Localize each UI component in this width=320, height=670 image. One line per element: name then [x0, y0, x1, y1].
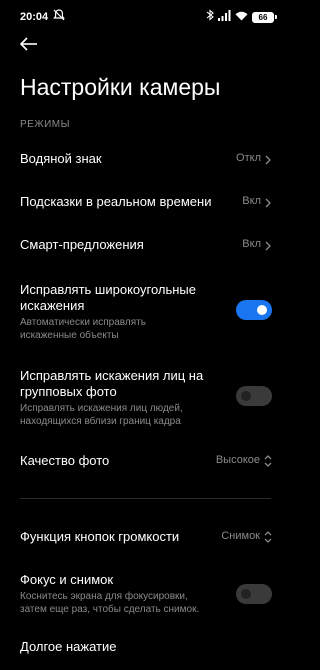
setting-volume-buttons[interactable]: Функция кнопок громкости Снимок	[0, 520, 293, 554]
setting-value: Высокое	[215, 454, 260, 466]
setting-value: Вкл	[242, 195, 261, 207]
chevron-up-down-icon	[263, 454, 273, 467]
setting-title: Смарт-предложения	[20, 237, 144, 252]
chevron-right-icon	[263, 153, 273, 165]
chevron-up-down-icon	[263, 530, 273, 543]
setting-desc-line2: искаженные объекты	[20, 330, 119, 341]
setting-group-face-correction[interactable]: Исправлять искажения лиц на групповых фо…	[0, 362, 293, 432]
wide-angle-toggle[interactable]	[236, 300, 272, 320]
setting-value: Вкл	[242, 238, 261, 250]
battery-icon: 66	[252, 11, 277, 23]
setting-title: Водяной знак	[20, 151, 102, 166]
signal-icon	[218, 8, 231, 26]
setting-value: Снимок	[221, 530, 260, 542]
setting-photo-quality[interactable]: Качество фото Высокое	[0, 444, 293, 478]
setting-title-line1: Исправлять широкоугольные	[20, 282, 196, 297]
setting-smart-suggestions[interactable]: Смарт-предложения Вкл	[0, 228, 293, 262]
page-title: Настройки камеры	[20, 74, 221, 100]
chevron-right-icon	[263, 196, 273, 208]
setting-title: Подсказки в реальном времени	[20, 194, 212, 209]
setting-title-line1: Исправлять искажения лиц на	[20, 368, 204, 383]
focus-shoot-toggle[interactable]	[236, 584, 272, 604]
setting-title: Функция кнопок громкости	[20, 529, 180, 544]
setting-wide-angle-correction[interactable]: Исправлять широкоугольные искажения Авто…	[0, 276, 293, 346]
setting-title-line2: искажения	[20, 298, 85, 313]
divider	[20, 498, 271, 499]
status-time: 20:04	[20, 11, 49, 23]
section-label-modes: РЕЖИМЫ	[20, 119, 70, 130]
setting-focus-and-shoot[interactable]: Фокус и снимок Коснитесь экрана для фоку…	[0, 566, 293, 622]
setting-watermark[interactable]: Водяной знак Откл	[0, 142, 293, 176]
status-bar: 20:04 66	[0, 0, 293, 36]
back-arrow-icon	[19, 36, 38, 56]
chevron-right-icon	[263, 239, 273, 251]
wifi-icon	[235, 8, 248, 26]
group-faces-toggle[interactable]	[236, 386, 272, 406]
setting-desc-line1: Исправлять искажения лиц людей,	[20, 403, 183, 414]
setting-title: Фокус и снимок	[20, 572, 114, 587]
setting-long-press[interactable]: Долгое нажатие	[0, 636, 293, 670]
setting-desc-line2: находящихся вблизи границ кадра	[20, 416, 181, 427]
battery-level: 66	[252, 11, 274, 23]
setting-value: Откл	[236, 152, 261, 164]
back-button[interactable]	[19, 36, 44, 56]
setting-title: Долгое нажатие	[20, 639, 117, 654]
setting-title-line2: групповых фото	[20, 384, 117, 399]
setting-title: Качество фото	[20, 453, 110, 468]
setting-desc-line1: Автоматически исправлять	[20, 317, 146, 328]
setting-desc-line1: Коснитесь экрана для фокусировки,	[20, 591, 188, 602]
do-not-disturb-icon	[52, 8, 66, 22]
setting-desc-line2: затем еще раз, чтобы сделать снимок.	[20, 604, 200, 615]
bluetooth-icon	[206, 8, 214, 26]
setting-realtime-hints[interactable]: Подсказки в реальном времени Вкл	[0, 185, 293, 219]
